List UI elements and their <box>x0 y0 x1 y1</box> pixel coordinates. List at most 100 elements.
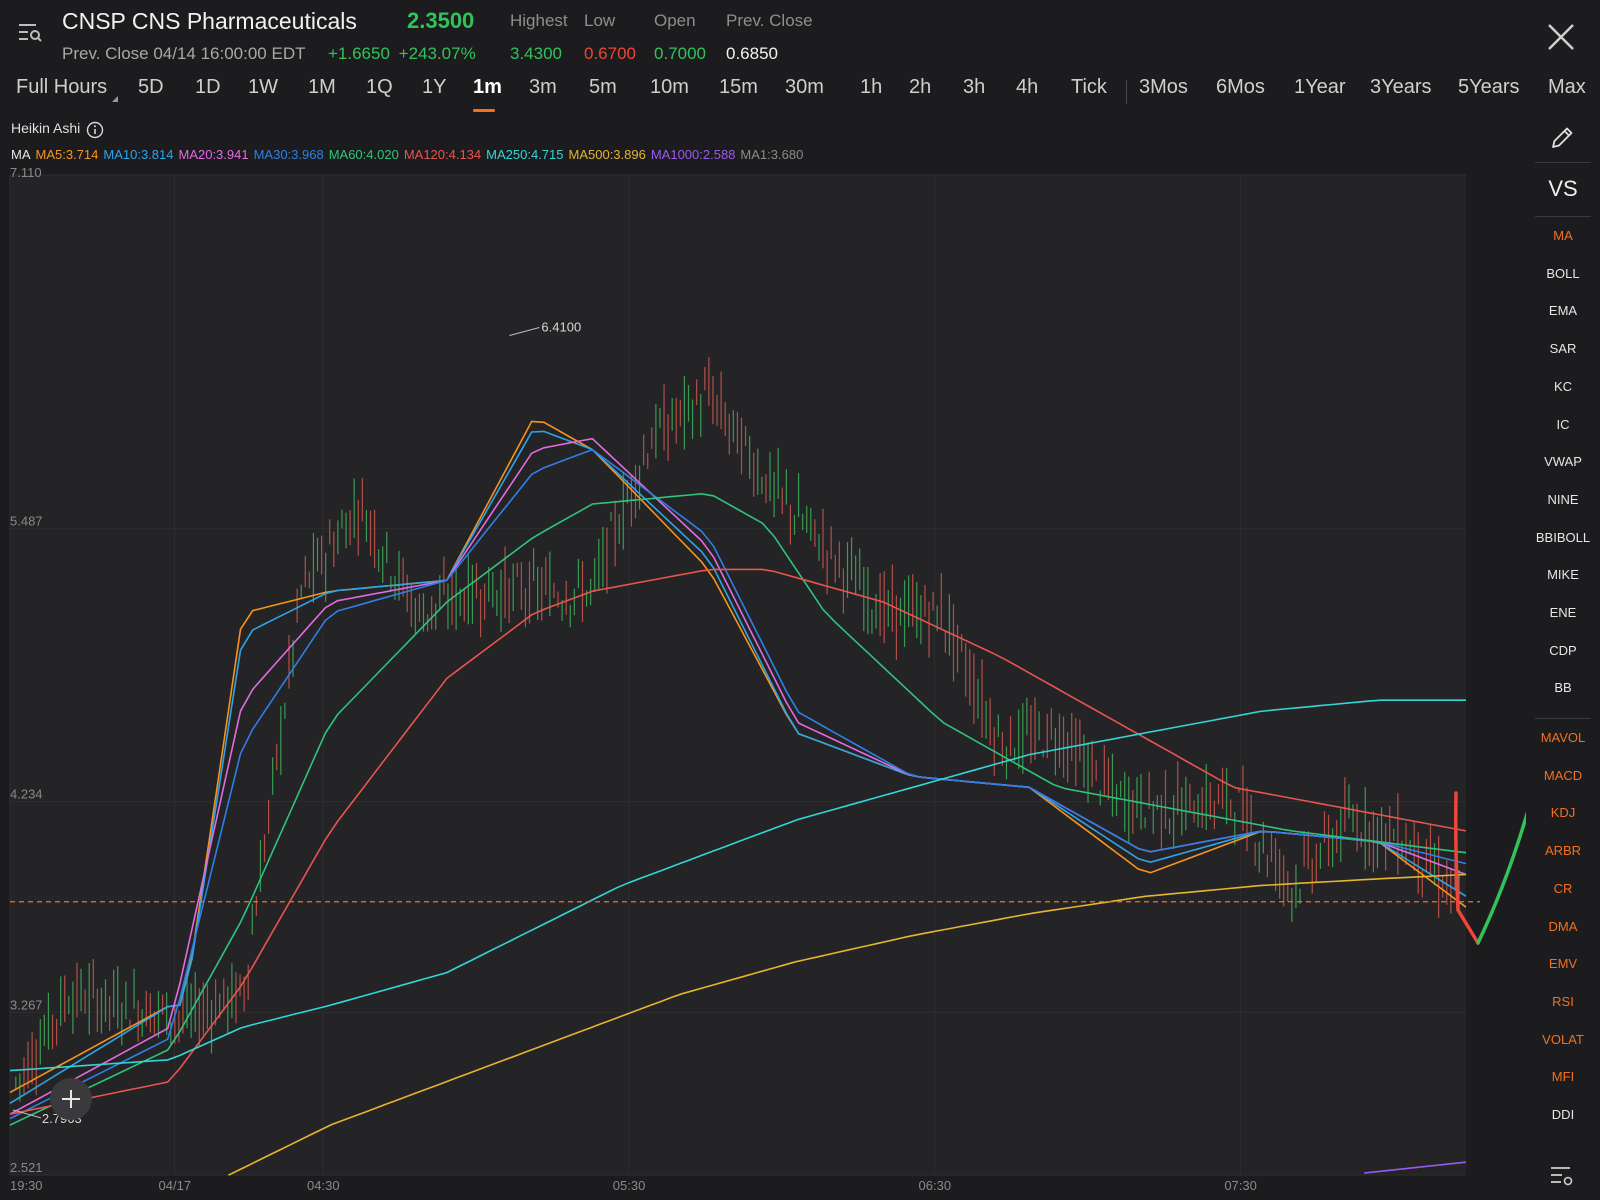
ma-legend-item: MA60:4.020 <box>328 147 399 162</box>
tabs-divider <box>1126 80 1127 104</box>
stat-label-open: Open <box>654 11 696 30</box>
compare-vs-button[interactable]: VS <box>1526 176 1600 202</box>
indicator-bbiboll[interactable]: BBIBOLL <box>1526 530 1600 545</box>
list-search-icon[interactable] <box>18 20 42 44</box>
indicator-cr[interactable]: CR <box>1526 881 1600 896</box>
tab-1h[interactable]: 1h <box>860 76 882 99</box>
chart-type-label[interactable]: Heikin Ashi <box>11 120 80 136</box>
pencil-icon[interactable] <box>1548 124 1576 152</box>
tab-1y[interactable]: 1Y <box>422 76 446 99</box>
x-tick-label: 04/17 <box>159 1178 192 1193</box>
ma-legend-item: MA1:3.680 <box>740 147 804 162</box>
close-icon[interactable] <box>1546 22 1576 52</box>
indicator-kc[interactable]: KC <box>1526 379 1600 394</box>
full-hours-caret-icon <box>112 96 118 102</box>
indicator-ic[interactable]: IC <box>1526 417 1600 432</box>
indicator-ma[interactable]: MA <box>1526 228 1600 243</box>
stat-label-prev-close: Prev. Close <box>726 11 813 30</box>
tab-3years[interactable]: 3Years <box>1370 76 1432 99</box>
tab-4h[interactable]: 4h <box>1016 76 1038 99</box>
indicator-kdj[interactable]: KDJ <box>1526 805 1600 820</box>
ma-legend-item: MA30:3.968 <box>253 147 324 162</box>
timeframe-tabs: Full Hours 5D 1D 1W 1M 1Q 1Y 1m 3m 5m 10… <box>0 72 1600 112</box>
ma-legend-item: MA10:3.814 <box>103 147 174 162</box>
tab-5m[interactable]: 5m <box>589 76 617 99</box>
y-tick-label: 5.487 <box>10 514 43 529</box>
x-tick-label: 05:30 <box>613 1178 646 1193</box>
settings-list-icon[interactable] <box>1548 1162 1576 1190</box>
tab-1w[interactable]: 1W <box>248 76 278 99</box>
stat-value-prev-close: 0.6850 <box>726 44 778 63</box>
tab-1d[interactable]: 1D <box>195 76 221 99</box>
indicator-sar[interactable]: SAR <box>1526 341 1600 356</box>
indicator-rsi[interactable]: RSI <box>1526 994 1600 1009</box>
tab-15m[interactable]: 15m <box>719 76 758 99</box>
stat-value-low: 0.6700 <box>584 44 636 63</box>
indicator-macd[interactable]: MACD <box>1526 768 1600 783</box>
indicator-ene[interactable]: ENE <box>1526 605 1600 620</box>
tab-3m[interactable]: 3m <box>529 76 557 99</box>
stat-value-open: 0.7000 <box>654 44 706 63</box>
tab-3h[interactable]: 3h <box>963 76 985 99</box>
indicator-ddi[interactable]: DDI <box>1526 1107 1600 1122</box>
active-tab-indicator <box>473 109 495 112</box>
indicator-vwap[interactable]: VWAP <box>1526 454 1600 469</box>
ma-legend-item: MA5:3.714 <box>35 147 99 162</box>
ma-legend-item: MA120:4.134 <box>403 147 482 162</box>
add-drawing-button[interactable] <box>50 1078 92 1120</box>
tab-tick[interactable]: Tick <box>1071 76 1107 99</box>
tab-30m[interactable]: 30m <box>785 76 824 99</box>
indicator-boll[interactable]: BOLL <box>1526 266 1600 281</box>
indicator-arbr[interactable]: ARBR <box>1526 843 1600 858</box>
y-tick-label: 3.267 <box>10 997 43 1012</box>
tab-1m-month[interactable]: 1M <box>308 76 336 99</box>
ma-legend-item: MA <box>11 147 31 162</box>
tab-max[interactable]: Max <box>1548 76 1586 99</box>
sidebar-divider <box>1535 162 1591 163</box>
info-icon[interactable] <box>86 121 104 139</box>
indicator-mfi[interactable]: MFI <box>1526 1069 1600 1084</box>
stat-label-highest: Highest <box>510 11 568 30</box>
tab-1m-minute[interactable]: 1m <box>473 76 502 99</box>
quote-header: CNSP CNS Pharmaceuticals Prev. Close 04/… <box>0 0 1600 72</box>
y-tick-label: 7.110 <box>10 165 42 180</box>
tab-10m[interactable]: 10m <box>650 76 689 99</box>
ma-legend[interactable]: MA MA5:3.714 MA10:3.814 MA20:3.941 MA30:3.96… <box>11 147 808 162</box>
indicator-mavol[interactable]: MAVOL <box>1526 730 1600 745</box>
tab-3mos[interactable]: 3Mos <box>1139 76 1188 99</box>
indicator-nine[interactable]: NINE <box>1526 492 1600 507</box>
sidebar-divider <box>1535 216 1591 217</box>
swipe-indicator-green <box>1476 811 1526 945</box>
x-tick-label: 04:30 <box>307 1178 340 1193</box>
y-tick-label: 4.234 <box>10 787 43 802</box>
indicator-cdp[interactable]: CDP <box>1526 643 1600 658</box>
y-tick-label: 2.521 <box>10 1160 43 1175</box>
tab-5years[interactable]: 5Years <box>1458 76 1520 99</box>
ma-legend-item: MA250:4.715 <box>486 147 564 162</box>
tab-6mos[interactable]: 6Mos <box>1216 76 1265 99</box>
indicator-emv[interactable]: EMV <box>1526 956 1600 971</box>
indicator-volat[interactable]: VOLAT <box>1526 1032 1600 1047</box>
stat-label-low: Low <box>584 11 616 30</box>
indicator-mike[interactable]: MIKE <box>1526 567 1600 582</box>
indicator-sidebar: VS MA BOLL EMA SAR KC IC VWAP NINE BBIBOLL MIKE EN… <box>1526 112 1600 1200</box>
last-price: 2.3500 <box>407 8 475 33</box>
x-tick-label: 06:30 <box>919 1178 952 1193</box>
tab-5d[interactable]: 5D <box>138 76 164 99</box>
stat-value-highest: 3.4300 <box>510 44 562 63</box>
indicator-dma[interactable]: DMA <box>1526 919 1600 934</box>
tab-2h[interactable]: 2h <box>909 76 931 99</box>
change-percent: +243.07% <box>398 44 476 63</box>
price-chart[interactable]: 7.110 5.487 4.234 3.267 2.521 19:30 04/17 04:30… <box>0 165 1526 1200</box>
ma-legend-item: MA500:3.896 <box>568 147 646 162</box>
tab-1year[interactable]: 1Year <box>1294 76 1346 99</box>
tab-1q[interactable]: 1Q <box>366 76 393 99</box>
tab-full-hours[interactable]: Full Hours <box>16 76 107 99</box>
plus-icon <box>62 1090 80 1108</box>
ma-legend-item: MA20:3.941 <box>178 147 249 162</box>
indicator-ema[interactable]: EMA <box>1526 303 1600 318</box>
indicator-bb[interactable]: BB <box>1526 680 1600 695</box>
change-absolute: +1.6650 <box>328 44 390 63</box>
price-change: +1.6650 +243.07% <box>328 44 476 64</box>
x-tick-label: 07:30 <box>1224 1178 1257 1193</box>
